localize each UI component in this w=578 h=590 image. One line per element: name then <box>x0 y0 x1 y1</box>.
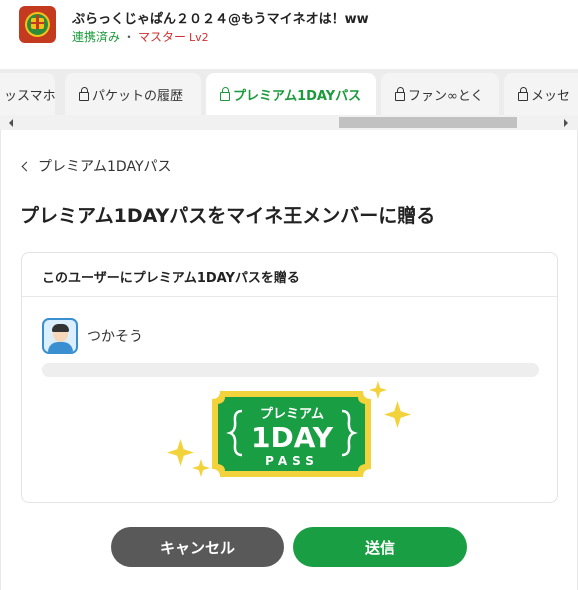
ticket-line3: PASS <box>265 454 319 468</box>
lock-icon <box>395 86 405 101</box>
back-link-label: プレミアム1DAYパス <box>38 159 172 175</box>
tab-message[interactable]: メッセ <box>504 73 578 115</box>
user-rank: マスター <box>138 30 187 44</box>
ticket-line1: プレミアム <box>260 407 324 422</box>
tab-smartphone[interactable]: ッスマホ <box>0 73 56 115</box>
lock-icon <box>518 86 528 101</box>
scroll-left-arrow-icon[interactable] <box>9 119 13 127</box>
profile-header: ぷらっくじゃぱん２０２４@もうマイネオは！ww 連携済み・マスター Lv2 <box>0 0 578 64</box>
user-avatar[interactable] <box>19 6 56 43</box>
premium-pass-illustration: プレミアム 1DAY PASS <box>167 381 422 493</box>
scroll-right-arrow-icon[interactable] <box>564 119 568 127</box>
tab-label: プレミアム1DAYパス <box>233 88 362 104</box>
tab-premium-1day-pass[interactable]: プレミアム1DAYパス <box>206 73 376 115</box>
avatar-hair <box>52 324 69 332</box>
user-level: Lv2 <box>189 31 209 44</box>
tab-label: パケットの履歴 <box>92 88 184 104</box>
card-title: このユーザーにプレミアム1DAYパスを贈る <box>22 253 557 297</box>
lock-icon <box>79 86 89 101</box>
user-name[interactable]: ぷらっくじゃぱん２０２４@もうマイネオは！ww <box>72 8 369 27</box>
tab-scrollbar[interactable] <box>0 115 578 130</box>
main-content: プレミアム1DAYパス プレミアム1DAYパスをマイネ王メンバーに贈る このユー… <box>0 130 578 590</box>
gift-card: このユーザーにプレミアム1DAYパスを贈る つかそう プレミアム 1DAY PA… <box>21 252 558 503</box>
scrollbar-thumb[interactable] <box>339 117 517 128</box>
page-title: プレミアム1DAYパスをマイネ王メンバーに贈る <box>20 205 436 227</box>
ticket-graphic: プレミアム 1DAY PASS <box>212 391 371 477</box>
lock-icon <box>220 86 230 101</box>
cancel-button[interactable]: キャンセル <box>111 527 284 567</box>
linked-status: 連携済み <box>72 30 121 44</box>
recipient-avatar <box>42 318 78 354</box>
tab-fan-toku[interactable]: ファン∞とく <box>381 73 499 115</box>
tab-label: ッスマホ <box>4 88 56 104</box>
recipient: つかそう <box>42 318 143 354</box>
recipient-name: つかそう <box>87 329 143 345</box>
tab-label: メッセ <box>531 88 571 104</box>
meta-separator: ・ <box>123 30 136 44</box>
placeholder-bar <box>42 363 539 377</box>
avatar-body <box>48 342 73 352</box>
chevron-left-icon <box>21 161 32 171</box>
tab-bar: ッスマホ パケットの履歴 プレミアム1DAYパス ファン∞とく メッセ <box>0 69 578 115</box>
ticket-line2: 1DAY <box>251 421 334 454</box>
tab-label: ファン∞とく <box>408 88 484 104</box>
gift-icon <box>31 15 44 29</box>
tab-packet-history[interactable]: パケットの履歴 <box>65 73 201 115</box>
send-button[interactable]: 送信 <box>293 527 467 567</box>
back-link[interactable]: プレミアム1DAYパス <box>21 156 172 176</box>
user-meta: 連携済み・マスター Lv2 <box>72 28 209 45</box>
